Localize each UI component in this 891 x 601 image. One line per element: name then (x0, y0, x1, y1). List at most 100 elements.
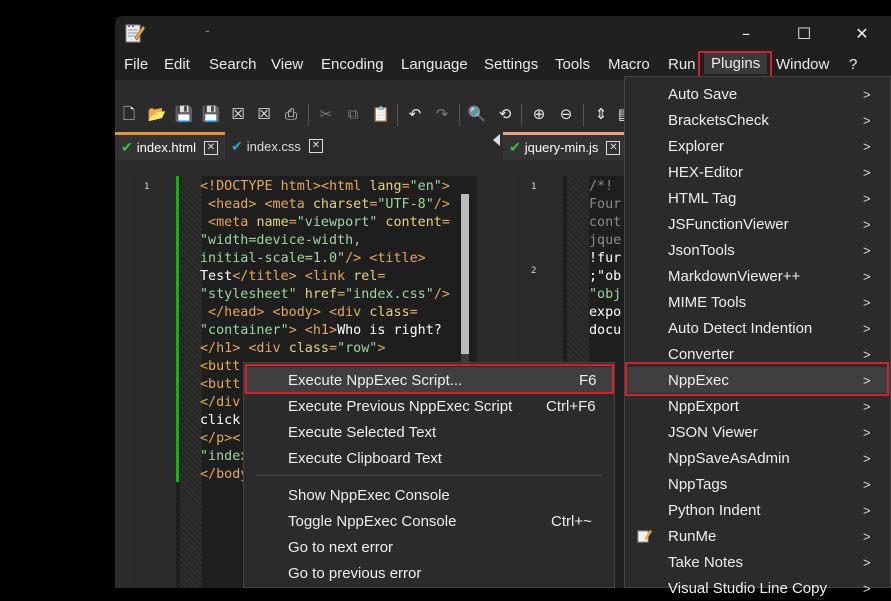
menu-item-label: Execute Clipboard Text (288, 449, 442, 467)
menu-item-go-to-previous-error[interactable]: Go to previous error (244, 560, 614, 586)
new-file-icon[interactable]: 🗋 (119, 104, 139, 124)
plugin-item-explorer[interactable]: Explorer > (625, 133, 890, 159)
submenu-arrow-icon: > (863, 476, 871, 492)
submenu-arrow-icon: > (863, 528, 871, 544)
submenu-arrow-icon: > (863, 164, 871, 180)
menu-settings[interactable]: Settings (484, 56, 538, 73)
menu-view[interactable]: View (271, 56, 303, 73)
save-all-icon[interactable]: 💾 (201, 104, 221, 124)
plugin-item-jsontools[interactable]: JsonTools > (625, 237, 890, 263)
submenu-arrow-icon: > (863, 320, 871, 336)
menu-help[interactable]: ? (849, 56, 857, 73)
close-button[interactable]: ✕ (833, 16, 891, 50)
toolbar-separator (459, 104, 460, 126)
menu-item-label: Execute Previous NppExec Script (288, 397, 513, 415)
plugin-item-visual-studio-line-copy[interactable]: Visual Studio Line Copy > (625, 575, 890, 601)
plugin-item-nppsaveasadmin[interactable]: NppSaveAsAdmin > (625, 445, 890, 471)
code-text-right: /*! Four cont jque !fur ;"ob "obj expo d… (589, 179, 622, 338)
title-fragment: - (205, 24, 210, 39)
menu-item-toggle-nppexec-console[interactable]: Toggle NppExec Console Ctrl+~ (244, 508, 614, 534)
menu-language[interactable]: Language (401, 56, 468, 73)
paste-icon[interactable]: 📋 (371, 104, 391, 124)
runme-icon (637, 530, 652, 543)
plugin-item-runme[interactable]: RunMe > (625, 523, 890, 549)
minimize-button[interactable]: – (717, 16, 775, 50)
submenu-arrow-icon: > (863, 86, 871, 102)
plugin-item-hex-editor[interactable]: HEX-Editor > (625, 159, 890, 185)
menu-item-label: MIME Tools (668, 293, 747, 311)
close-all-icon[interactable]: ☒ (254, 104, 274, 124)
close-tab-icon[interactable]: ✕ (308, 139, 323, 153)
print-icon[interactable]: ⎙ (281, 104, 301, 124)
split-left-arrow-icon (493, 134, 500, 146)
menu-item-label: HTML Tag (668, 189, 737, 207)
redo-icon[interactable]: ↷ (432, 104, 452, 124)
zoom-out-icon[interactable]: ⊖ (556, 104, 576, 124)
maximize-button[interactable]: ☐ (775, 16, 833, 50)
close-file-icon[interactable]: ☒ (228, 104, 248, 124)
save-icon[interactable]: 💾 (174, 104, 194, 124)
close-tab-icon[interactable]: ✕ (203, 140, 218, 155)
menu-item-execute-previous-script[interactable]: Execute Previous NppExec Script Ctrl+F6 (244, 393, 614, 419)
plugin-item-bracketscheck[interactable]: BracketsCheck > (625, 107, 890, 133)
undo-icon[interactable]: ↶ (405, 104, 425, 124)
execute-script-highlight-box (245, 364, 614, 394)
tab-jquery-min-js[interactable]: ✔ jquery-min.js ✕ (503, 132, 628, 160)
find-icon[interactable]: 🔍 (467, 104, 487, 124)
plugin-item-json-viewer[interactable]: JSON Viewer > (625, 419, 890, 445)
sync-scroll-icon[interactable]: ⇕ (591, 104, 611, 124)
tab-index-css[interactable]: ✔ index.css ✕ (225, 132, 330, 160)
menu-item-execute-selected-text[interactable]: Execute Selected Text (244, 419, 614, 445)
menu-tools[interactable]: Tools (555, 56, 590, 73)
menu-item-label: HEX-Editor (668, 163, 744, 181)
tab-label: index.html (136, 140, 196, 155)
saved-check-icon: ✔ (231, 137, 243, 154)
menu-item-shortcut: Ctrl+~ (551, 512, 592, 530)
plugin-item-mime-tools[interactable]: MIME Tools > (625, 289, 890, 315)
plugin-item-auto-detect-indention[interactable]: Auto Detect Indention > (625, 315, 890, 341)
menu-item-label: Auto Save (668, 85, 738, 103)
menu-item-show-nppexec-console[interactable]: Show NppExec Console (244, 482, 614, 508)
plugin-item-take-notes[interactable]: Take Notes > (625, 549, 890, 575)
saved-check-icon: ✔ (121, 139, 133, 155)
plugin-item-markdownviewer[interactable]: MarkdownViewer++ > (625, 263, 890, 289)
replace-icon[interactable]: ⟲ (495, 104, 515, 124)
submenu-arrow-icon: > (863, 268, 871, 284)
copy-icon[interactable]: ⧉ (343, 104, 363, 124)
menu-item-execute-clipboard-text[interactable]: Execute Clipboard Text (244, 445, 614, 471)
zoom-in-icon[interactable]: ⊕ (529, 104, 549, 124)
menu-item-label: RunMe (668, 527, 717, 545)
menu-run[interactable]: Run (668, 56, 696, 73)
menu-item-shortcut: Ctrl+F6 (546, 397, 596, 415)
cut-icon[interactable]: ✂ (316, 104, 336, 124)
left-tab-bar: ✔ index.html ✕ ✔ index.css ✕ (115, 132, 493, 160)
plugin-item-html-tag[interactable]: HTML Tag > (625, 185, 890, 211)
menu-item-label: Execute Selected Text (288, 423, 437, 441)
menu-edit[interactable]: Edit (164, 56, 190, 73)
open-folder-icon[interactable]: 📂 (147, 104, 167, 124)
plugin-item-npptags[interactable]: NppTags > (625, 471, 890, 497)
menu-file[interactable]: File (124, 56, 148, 73)
menu-separator (256, 475, 602, 476)
scroll-thumb[interactable] (461, 194, 469, 354)
close-tab-icon[interactable]: ✕ (606, 140, 621, 155)
menu-item-label: JsonTools (668, 241, 735, 259)
line-number-gutter: 1 (130, 176, 176, 588)
plugin-item-jsfunctionviewer[interactable]: JSFunctionViewer > (625, 211, 890, 237)
menu-macro[interactable]: Macro (608, 56, 650, 73)
submenu-arrow-icon: > (863, 398, 871, 414)
menu-encoding[interactable]: Encoding (321, 56, 384, 73)
menu-search[interactable]: Search (209, 56, 257, 73)
menu-item-label: Explorer (668, 137, 724, 155)
tab-index-html[interactable]: ✔ index.html ✕ (115, 132, 225, 160)
plugin-item-auto-save[interactable]: Auto Save > (625, 81, 890, 107)
plugin-item-python-indent[interactable]: Python Indent > (625, 497, 890, 523)
tab-label: index.css (246, 138, 301, 154)
submenu-arrow-icon: > (863, 112, 871, 128)
plugin-item-nppexport[interactable]: NppExport > (625, 393, 890, 419)
nppexec-submenu: Execute NppExec Script... F6 Execute Pre… (243, 362, 615, 588)
line-number: 2 (531, 266, 537, 276)
menu-item-go-to-next-error[interactable]: Go to next error (244, 534, 614, 560)
menu-window[interactable]: Window (776, 56, 829, 73)
fold-margin (180, 176, 202, 588)
